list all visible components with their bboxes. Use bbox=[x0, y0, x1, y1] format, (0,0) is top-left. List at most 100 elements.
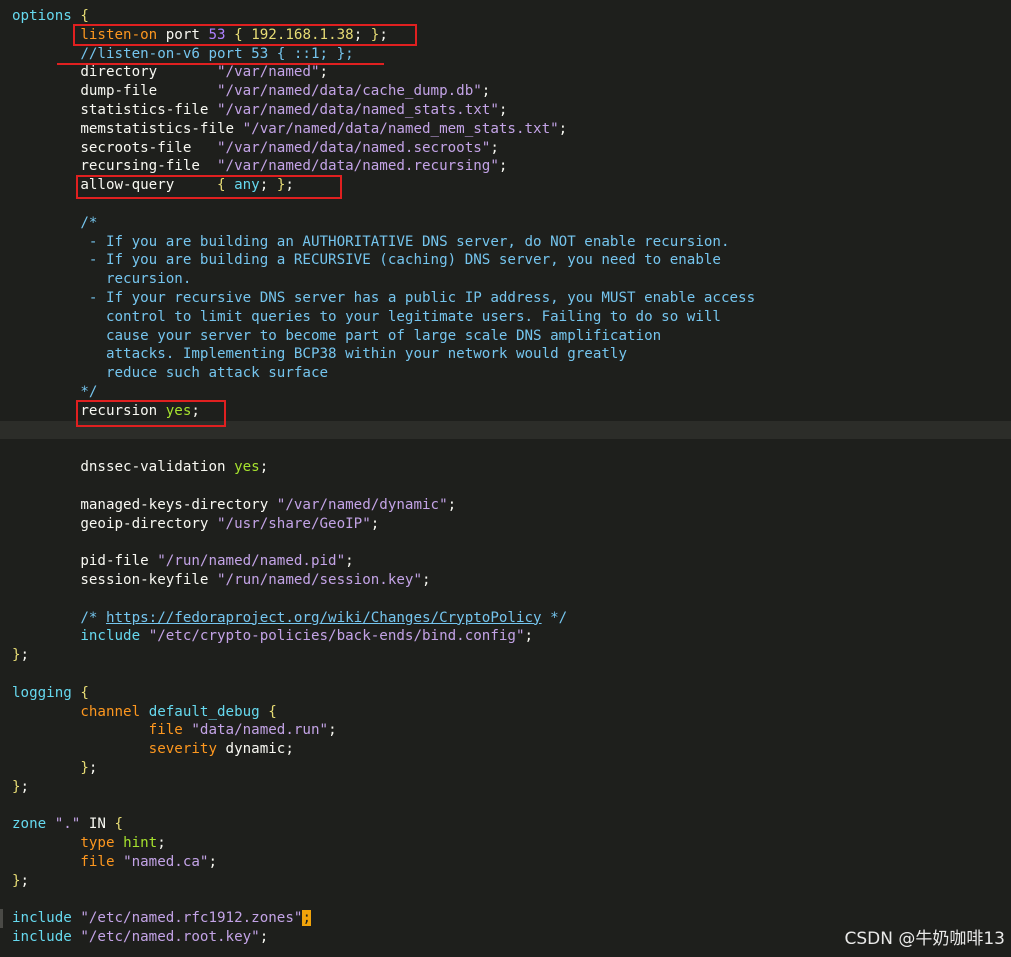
code-token: options bbox=[12, 8, 72, 24]
code-line[interactable]: managed-keys-directory "/var/named/dynam… bbox=[0, 496, 1011, 515]
code-line[interactable]: type hint; bbox=[0, 834, 1011, 853]
code-token: dump-file bbox=[12, 83, 217, 100]
code-line[interactable]: }; bbox=[0, 646, 1011, 665]
code-line[interactable]: channel default_debug { bbox=[0, 703, 1011, 722]
code-token: logging bbox=[12, 684, 72, 701]
code-line[interactable]: recursion yes; bbox=[0, 402, 1011, 421]
code-line[interactable]: dnssec-validation yes; bbox=[0, 458, 1011, 477]
code-token: ; bbox=[259, 929, 269, 946]
code-line[interactable] bbox=[0, 590, 1011, 609]
code-line[interactable]: directory "/var/named"; bbox=[0, 63, 1011, 82]
code-line[interactable]: }; bbox=[0, 872, 1011, 891]
code-line[interactable]: statistics-file "/var/named/data/named_s… bbox=[0, 101, 1011, 120]
code-line[interactable]: recursion. bbox=[0, 270, 1011, 289]
code-line[interactable]: include "/etc/crypto-policies/back-ends/… bbox=[0, 627, 1011, 646]
code-token: } bbox=[12, 778, 21, 795]
code-token: channel bbox=[80, 703, 141, 720]
code-line[interactable]: - If you are building an AUTHORITATIVE D… bbox=[0, 233, 1011, 252]
code-token: ; bbox=[259, 459, 269, 476]
underline-listen-on-v6 bbox=[57, 63, 384, 65]
code-line[interactable]: }; bbox=[0, 778, 1011, 797]
code-line[interactable]: severity dynamic; bbox=[0, 740, 1011, 759]
code-line[interactable]: recursing-file "/var/named/data/named.re… bbox=[0, 157, 1011, 176]
code-token: } bbox=[80, 760, 89, 776]
code-line[interactable]: dump-file "/var/named/data/cache_dump.db… bbox=[0, 82, 1011, 101]
code-line[interactable]: secroots-file "/var/named/data/named.sec… bbox=[0, 139, 1011, 158]
code-token: ; bbox=[157, 835, 166, 852]
code-line[interactable]: - If you are building a RECURSIVE (cachi… bbox=[0, 251, 1011, 270]
code-line[interactable]: file "data/named.run"; bbox=[0, 721, 1011, 740]
code-token: { bbox=[217, 177, 226, 194]
code-token: { bbox=[268, 703, 277, 720]
code-token: ; bbox=[558, 120, 568, 137]
code-line[interactable]: control to limit queries to your legitim… bbox=[0, 308, 1011, 327]
code-line[interactable]: attacks. Implementing BCP38 within your … bbox=[0, 345, 1011, 364]
code-token: ; bbox=[319, 64, 329, 81]
code-token: dnssec-validation bbox=[12, 459, 235, 476]
code-token: } bbox=[12, 872, 21, 889]
code-line[interactable] bbox=[0, 477, 1011, 496]
code-token: ; bbox=[328, 722, 337, 739]
code-token: ; bbox=[259, 177, 277, 194]
code-line[interactable] bbox=[0, 665, 1011, 684]
code-token: ; bbox=[498, 102, 508, 118]
code-token: cause your server to become part of larg… bbox=[80, 327, 662, 344]
code-line[interactable]: - If your recursive DNS server has a pub… bbox=[0, 289, 1011, 308]
code-token: */ bbox=[541, 609, 568, 626]
code-token: allow-query bbox=[12, 177, 217, 194]
code-line[interactable]: memstatistics-file "/var/named/data/name… bbox=[0, 120, 1011, 139]
code-line[interactable]: session-keyfile "/run/named/session.key"… bbox=[0, 571, 1011, 590]
code-token: include bbox=[12, 910, 72, 927]
code-token: dynamic; bbox=[217, 741, 294, 758]
code-token: /* bbox=[80, 609, 106, 626]
code-token: attacks. Implementing BCP38 within your … bbox=[80, 346, 628, 363]
code-token: zone bbox=[12, 816, 47, 833]
code-token: ; bbox=[481, 83, 491, 100]
code-line[interactable]: reduce such attack surface bbox=[0, 364, 1011, 383]
code-line[interactable] bbox=[0, 420, 1011, 440]
code-token: default_debug bbox=[148, 703, 260, 720]
code-token: include bbox=[12, 929, 72, 946]
code-token: { bbox=[80, 8, 89, 24]
code-line[interactable]: options { bbox=[0, 7, 1011, 26]
code-line[interactable]: zone "." IN { bbox=[0, 815, 1011, 834]
code-token: "/etc/named.root.key" bbox=[80, 929, 260, 946]
code-token: "/run/named/named.pid" bbox=[157, 553, 346, 570]
code-line[interactable]: //listen-on-v6 port 53 { ::1; }; bbox=[0, 45, 1011, 64]
code-line[interactable] bbox=[0, 195, 1011, 214]
code-token: 192.168.1.38 bbox=[251, 26, 354, 43]
code-token: session-keyfile bbox=[12, 572, 217, 588]
code-token: ; bbox=[191, 402, 200, 419]
code-line[interactable]: listen-on port 53 { 192.168.1.38; }; bbox=[0, 26, 1011, 45]
code-line[interactable] bbox=[0, 891, 1011, 910]
code-line[interactable]: geoip-directory "/usr/share/GeoIP"; bbox=[0, 515, 1011, 534]
code-line[interactable] bbox=[0, 533, 1011, 552]
code-line[interactable]: }; bbox=[0, 759, 1011, 778]
code-line[interactable]: allow-query { any; }; bbox=[0, 176, 1011, 195]
code-editor[interactable]: options { listen-on port 53 { 192.168.1.… bbox=[0, 0, 1011, 957]
code-line[interactable]: file "named.ca"; bbox=[0, 853, 1011, 872]
code-line[interactable]: cause your server to become part of larg… bbox=[0, 327, 1011, 346]
code-line[interactable]: logging { bbox=[0, 684, 1011, 703]
code-line[interactable]: */ bbox=[0, 383, 1011, 402]
code-line[interactable]: /* bbox=[0, 214, 1011, 233]
code-token: directory bbox=[12, 64, 217, 81]
code-line[interactable] bbox=[0, 439, 1011, 458]
code-token: - If you are building an AUTHORITATIVE D… bbox=[80, 233, 730, 250]
code-line[interactable]: pid-file "/run/named/named.pid"; bbox=[0, 552, 1011, 571]
code-token: ; bbox=[447, 496, 457, 513]
code-token: */ bbox=[80, 384, 98, 400]
code-line[interactable] bbox=[0, 797, 1011, 816]
code-token: ; bbox=[88, 760, 98, 776]
code-line[interactable]: /* https://fedoraproject.org/wiki/Change… bbox=[0, 609, 1011, 628]
